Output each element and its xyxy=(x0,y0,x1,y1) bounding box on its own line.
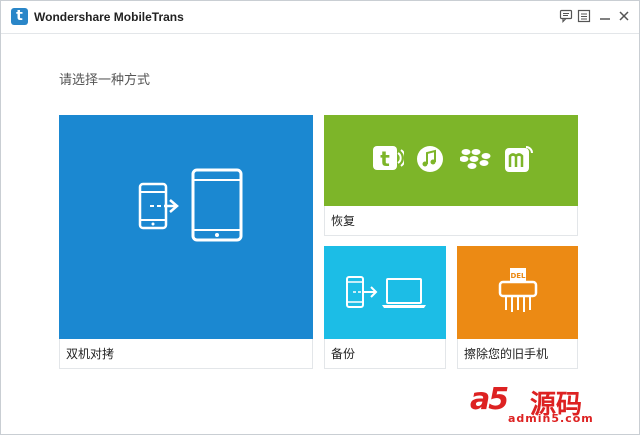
blackberry-icon xyxy=(460,149,491,169)
minimize-icon[interactable] xyxy=(598,9,612,23)
watermark-brand: a5 xyxy=(470,382,509,417)
backup-tile-label: 备份 xyxy=(324,339,446,369)
backup-tile[interactable]: 备份 xyxy=(324,246,446,369)
title-bar: t Wondershare MobileTrans xyxy=(1,1,639,34)
close-icon[interactable] xyxy=(617,9,631,23)
menu-icon[interactable] xyxy=(577,9,591,23)
mobiletrans-m-icon xyxy=(505,146,533,172)
svg-text:DEL: DEL xyxy=(510,272,526,280)
mobiletrans-icon: t xyxy=(373,146,404,171)
app-window: t Wondershare MobileTrans 请选择一种方式 双机对拷 t… xyxy=(0,0,640,435)
erase-tile-label: 擦除您的旧手机 xyxy=(457,339,578,369)
restore-tile-label: 恢复 xyxy=(324,206,578,236)
watermark-url: admin5.com xyxy=(508,412,594,425)
transfer-tile[interactable]: 双机对拷 xyxy=(59,115,313,369)
phone-to-laptop-icon xyxy=(346,276,426,308)
itunes-icon xyxy=(417,146,443,172)
app-title: Wondershare MobileTrans xyxy=(34,10,184,24)
app-logo-icon: t xyxy=(11,8,28,25)
transfer-tile-label: 双机对拷 xyxy=(59,339,313,369)
svg-text:t: t xyxy=(380,147,390,171)
page-subtitle: 请选择一种方式 xyxy=(59,72,151,87)
erase-tile[interactable]: DEL 擦除您的旧手机 xyxy=(457,246,578,369)
restore-icons-row: t xyxy=(324,115,578,206)
watermark-logo: a5 源码 admin5.com xyxy=(470,382,630,426)
main-content: 请选择一种方式 双机对拷 t 恢复 备份 DEL 擦除您的旧手机 xyxy=(1,34,639,434)
shredder-del-icon: DEL xyxy=(498,268,538,312)
restore-tile[interactable]: t 恢复 xyxy=(324,115,578,236)
phone-to-tablet-icon xyxy=(138,168,243,242)
feedback-icon[interactable] xyxy=(559,9,573,23)
